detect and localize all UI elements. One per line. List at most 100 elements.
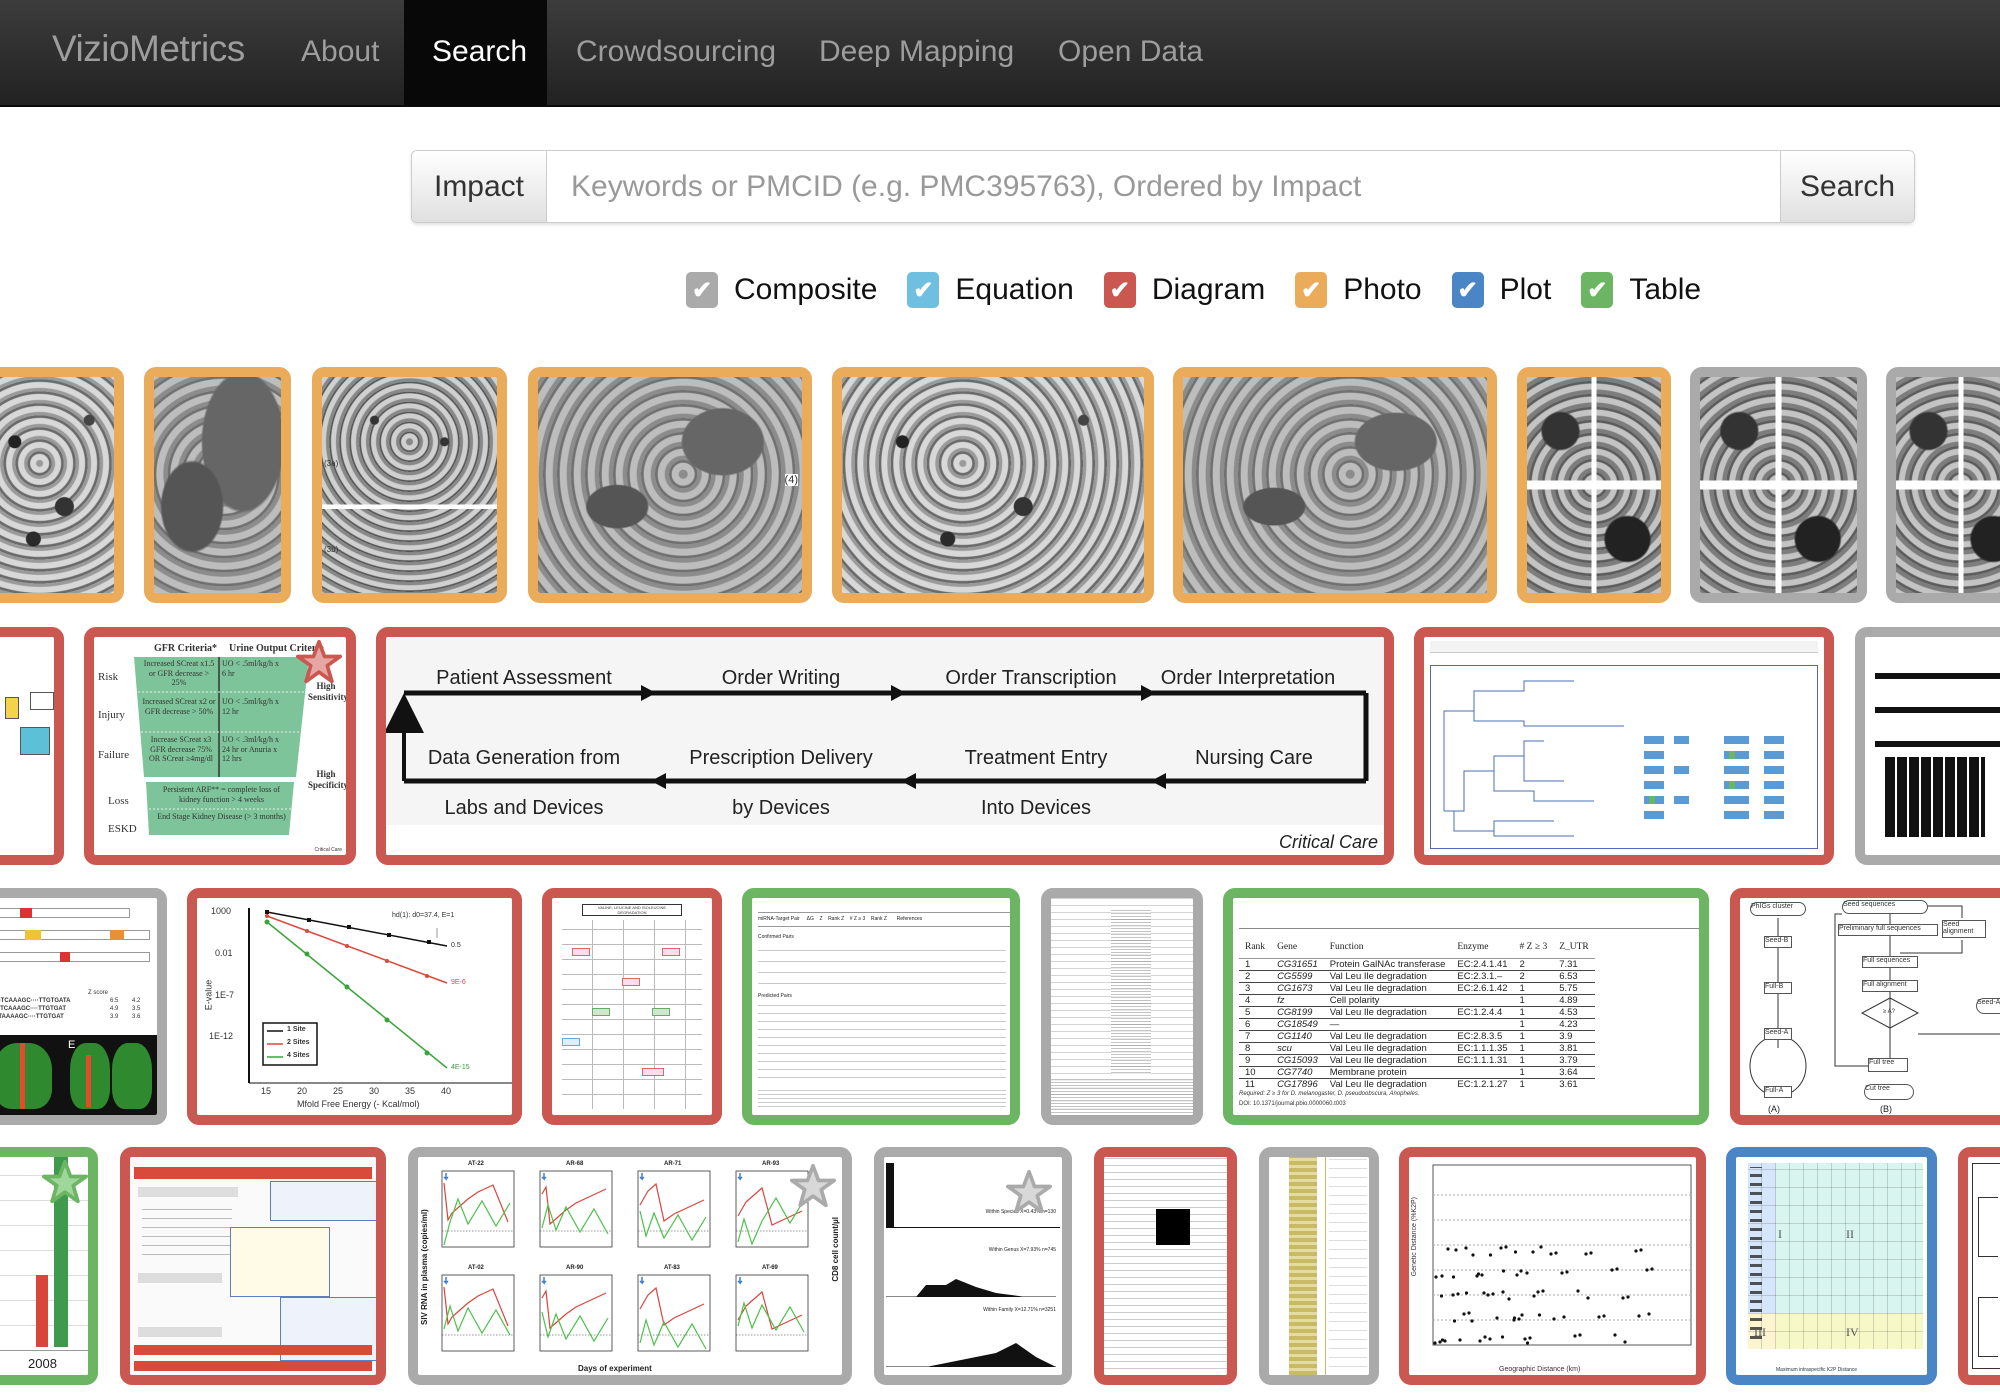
result-tile-photo[interactable]	[0, 367, 124, 603]
star-icon[interactable]	[1006, 1169, 1052, 1215]
scatter-point	[1647, 1312, 1651, 1316]
scatter-point	[1458, 1338, 1462, 1342]
pathway-node	[5, 697, 19, 719]
result-tile-composite[interactable]: AT-22 AR-68 AR-71 AR-93 AT-02 AR-90 AT-8…	[408, 1147, 852, 1385]
end-label: 9E-6	[451, 979, 466, 986]
search-button[interactable]: Search	[1780, 151, 1914, 222]
result-tile-composite[interactable]	[1855, 627, 2000, 865]
panel-label: (3a)	[324, 459, 339, 469]
scatter-point	[1454, 1248, 1458, 1252]
annotation: hd(1): d0=37.4, E=1	[392, 912, 455, 919]
flow-node: Full-A	[1764, 1086, 1792, 1098]
nav-open-data[interactable]: Open Data	[1030, 0, 1231, 105]
process-step: Patient Assessment	[436, 667, 612, 689]
filter-plot[interactable]: ✔ Plot	[1451, 272, 1551, 308]
result-tile-photo[interactable]: (3a) (3b)	[312, 367, 507, 603]
star-icon[interactable]	[296, 639, 342, 685]
result-tile-photo[interactable]	[1173, 367, 1497, 603]
table-cell: 6.53	[1559, 970, 1578, 982]
result-tile-composite[interactable]	[1041, 888, 1203, 1125]
search-input[interactable]	[547, 151, 1780, 222]
filter-photo[interactable]: ✔ Photo	[1295, 272, 1422, 308]
checkbox-composite[interactable]: ✔	[686, 272, 718, 308]
result-tile-composite[interactable]	[1259, 1147, 1379, 1385]
table-cell: 3	[1245, 982, 1251, 994]
result-tile-diagram[interactable]: Geographic Distance (km) Genetic Distanc…	[1399, 1147, 1706, 1385]
filter-diagram[interactable]: ✔ Diagram	[1103, 272, 1266, 308]
result-tile-table[interactable]: miRNA-Target Pair ΔG Z Rank Z # Z ≥ 3 Ra…	[742, 888, 1020, 1125]
result-tile-photo[interactable]: (4)	[528, 367, 812, 603]
result-tile-diagram[interactable]: VALINE, LEUCINE AND ISOLEUCINE DEGRADATI…	[542, 888, 722, 1125]
flow-node: Preliminary full sequences	[1838, 924, 1938, 936]
subplot: AR-90	[536, 1265, 620, 1357]
subplot: AR-71	[634, 1161, 718, 1253]
zscore: 4.9	[110, 1006, 119, 1012]
checkbox-plot[interactable]: ✔	[1451, 272, 1484, 308]
result-tile-diagram[interactable]: 1000 0.01 1E-7 1E-12 E-value 15 20 25 30…	[187, 888, 522, 1125]
scatter-point	[1645, 1268, 1649, 1272]
micrograph-image	[842, 377, 1144, 593]
side-label: High Specificity	[308, 769, 346, 790]
scatter-point	[1562, 1315, 1566, 1319]
col-zcount: # Z ≥ 3	[1513, 936, 1554, 959]
result-tile-diagram[interactable]: GFR Criteria* Urine Output Criteria Risk…	[84, 627, 356, 865]
pathway-title: VALINE, LEUCINE AND ISOLEUCINE DEGRADATI…	[582, 904, 682, 916]
nav-crowdsourcing[interactable]: Crowdsourcing	[548, 0, 804, 105]
result-tile-diagram[interactable]: PhIGs cluster Seed-B Full-B Seed-A Full-…	[1730, 888, 2000, 1125]
result-tile-composite[interactable]	[1886, 367, 2000, 603]
scatter-point	[1438, 1340, 1442, 1344]
histogram-label: Within Genus X=7.93% n=745	[988, 1247, 1056, 1253]
result-tile-composite[interactable]	[1690, 367, 1867, 603]
col-rank: Rank	[1239, 936, 1272, 959]
filter-equation[interactable]: ✔ Equation	[907, 272, 1074, 308]
col-function: Function	[1323, 936, 1452, 959]
table-cell: 3.9	[1559, 1030, 1573, 1042]
nav-search[interactable]: Search	[404, 0, 547, 105]
filter-table[interactable]: ✔ Table	[1581, 272, 1701, 308]
result-tile-photo[interactable]	[832, 367, 1154, 603]
star-icon[interactable]	[790, 1163, 836, 1209]
result-tile-diagram[interactable]	[0, 627, 64, 865]
result-tile-composite[interactable]: Within Species X=0.43% n=130 Within Genu…	[874, 1147, 1072, 1385]
panel-label: (4)	[784, 474, 798, 487]
result-tile-diagram[interactable]	[1958, 1147, 2000, 1385]
result-tile-photo[interactable]	[1517, 367, 1671, 603]
result-tile-plot[interactable]: I II III IV Maximum intraspecific K2P Di…	[1726, 1147, 1937, 1385]
scatter-point	[1486, 1293, 1490, 1297]
result-tile-diagram[interactable]: Patient Assessment Order Writing Order T…	[376, 627, 1394, 865]
order-impact-button[interactable]: Impact	[412, 151, 547, 222]
result-tile-composite[interactable]: Z score CA-TCAAAGC····TTGTGATA CA TCAAAG…	[0, 888, 167, 1125]
result-tile-table[interactable]: Rank Gene Function Enzyme # Z ≥ 3 Z_UTR …	[1223, 888, 1709, 1125]
brand-logo[interactable]: VizioMetrics	[52, 28, 245, 70]
histogram-shape	[886, 1343, 1056, 1367]
result-tile-diagram[interactable]	[1094, 1147, 1237, 1385]
source-label: Critical Care	[1278, 832, 1378, 852]
urine-criterion: UO < .5ml/kg/h x 6 hr	[222, 659, 279, 678]
scatter-point	[1637, 1314, 1641, 1318]
table-cell: 2	[1519, 958, 1525, 970]
star-icon[interactable]	[42, 1159, 88, 1205]
checkbox-diagram[interactable]: ✔	[1103, 272, 1136, 308]
result-tile-diagram[interactable]	[120, 1147, 386, 1385]
scatter-point	[1626, 1295, 1630, 1299]
result-tile-diagram[interactable]	[1414, 627, 1834, 865]
checkbox-photo[interactable]: ✔	[1295, 272, 1328, 308]
subplot: AT-83	[634, 1265, 718, 1357]
nav-about[interactable]: About	[273, 0, 407, 105]
flow-node: Seed-B	[1764, 936, 1792, 948]
checkbox-table[interactable]: ✔	[1581, 272, 1614, 308]
filter-label: Diagram	[1151, 273, 1266, 306]
result-tile-table[interactable]: 2008	[0, 1147, 98, 1385]
nav-deep-mapping[interactable]: Deep Mapping	[791, 0, 1042, 105]
table-cell: 1	[1519, 1006, 1525, 1018]
scatter-point	[1451, 1293, 1455, 1297]
col-header: Rank Z	[870, 916, 887, 922]
checkbox-equation[interactable]: ✔	[907, 272, 940, 308]
table-cell: Membrane protein	[1329, 1066, 1407, 1078]
result-tile-photo[interactable]	[144, 367, 291, 603]
table-cell: 3.64	[1559, 1066, 1578, 1078]
search-bar: Impact Search	[411, 150, 1915, 223]
filter-composite[interactable]: ✔ Composite	[686, 272, 877, 308]
gene-table: Rank Gene Function Enzyme # Z ≥ 3 Z_UTR …	[1239, 936, 1595, 1090]
table-cell: Val Leu Ile degradation	[1329, 970, 1427, 982]
